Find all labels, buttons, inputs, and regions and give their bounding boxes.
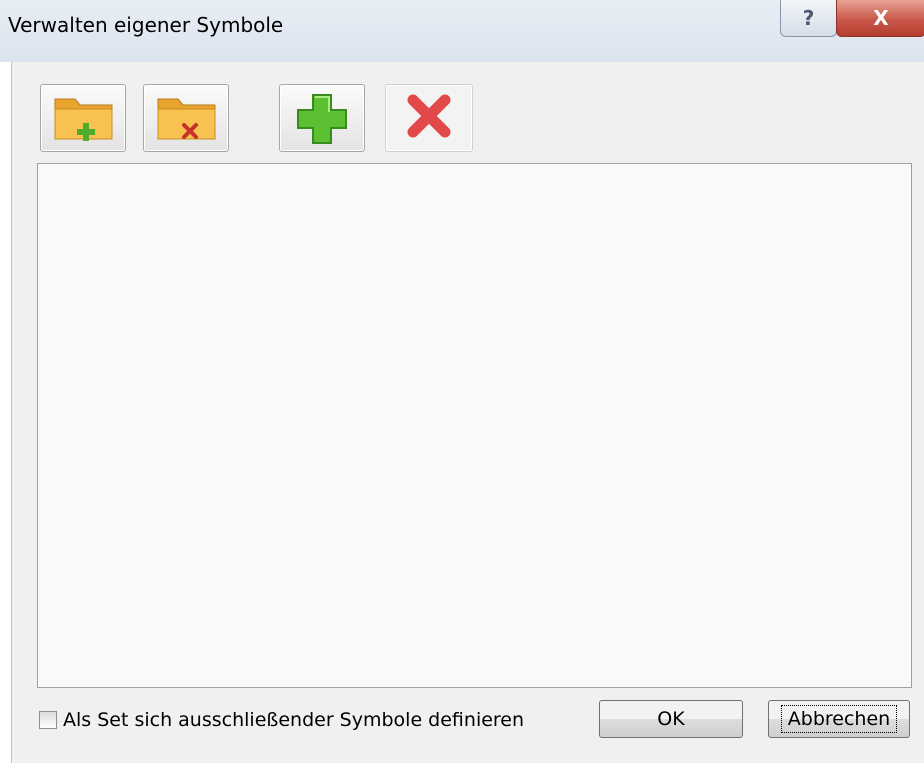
folder-delete-icon bbox=[157, 98, 216, 140]
remove-symbol-button[interactable] bbox=[385, 84, 473, 152]
cancel-button[interactable]: Abbrechen bbox=[768, 700, 910, 738]
ok-button[interactable]: OK bbox=[599, 700, 743, 738]
window-title: Verwalten eigener Symbole bbox=[8, 13, 284, 37]
exclusive-set-label: Als Set sich ausschließender Symbole def… bbox=[63, 709, 525, 731]
close-icon: X bbox=[873, 6, 889, 30]
new-folder-button[interactable] bbox=[40, 84, 126, 152]
delete-folder-button[interactable] bbox=[143, 84, 229, 152]
plus-icon bbox=[297, 94, 347, 144]
close-button[interactable]: X bbox=[836, 0, 924, 37]
delete-x-icon bbox=[407, 94, 451, 138]
ok-label: OK bbox=[657, 708, 685, 730]
folder-add-icon bbox=[54, 98, 113, 141]
title-bar: Verwalten eigener Symbole ? X bbox=[0, 0, 924, 62]
symbol-list[interactable] bbox=[37, 163, 912, 688]
exclusive-set-checkbox[interactable] bbox=[39, 711, 57, 729]
add-symbol-button[interactable] bbox=[279, 84, 365, 152]
help-icon: ? bbox=[802, 6, 815, 30]
help-button[interactable]: ? bbox=[780, 0, 837, 37]
exclusive-set-option[interactable]: Als Set sich ausschließender Symbole def… bbox=[39, 708, 524, 732]
dialog-body: Als Set sich ausschließender Symbole def… bbox=[11, 62, 924, 763]
cancel-label: Abbrechen bbox=[780, 705, 898, 733]
